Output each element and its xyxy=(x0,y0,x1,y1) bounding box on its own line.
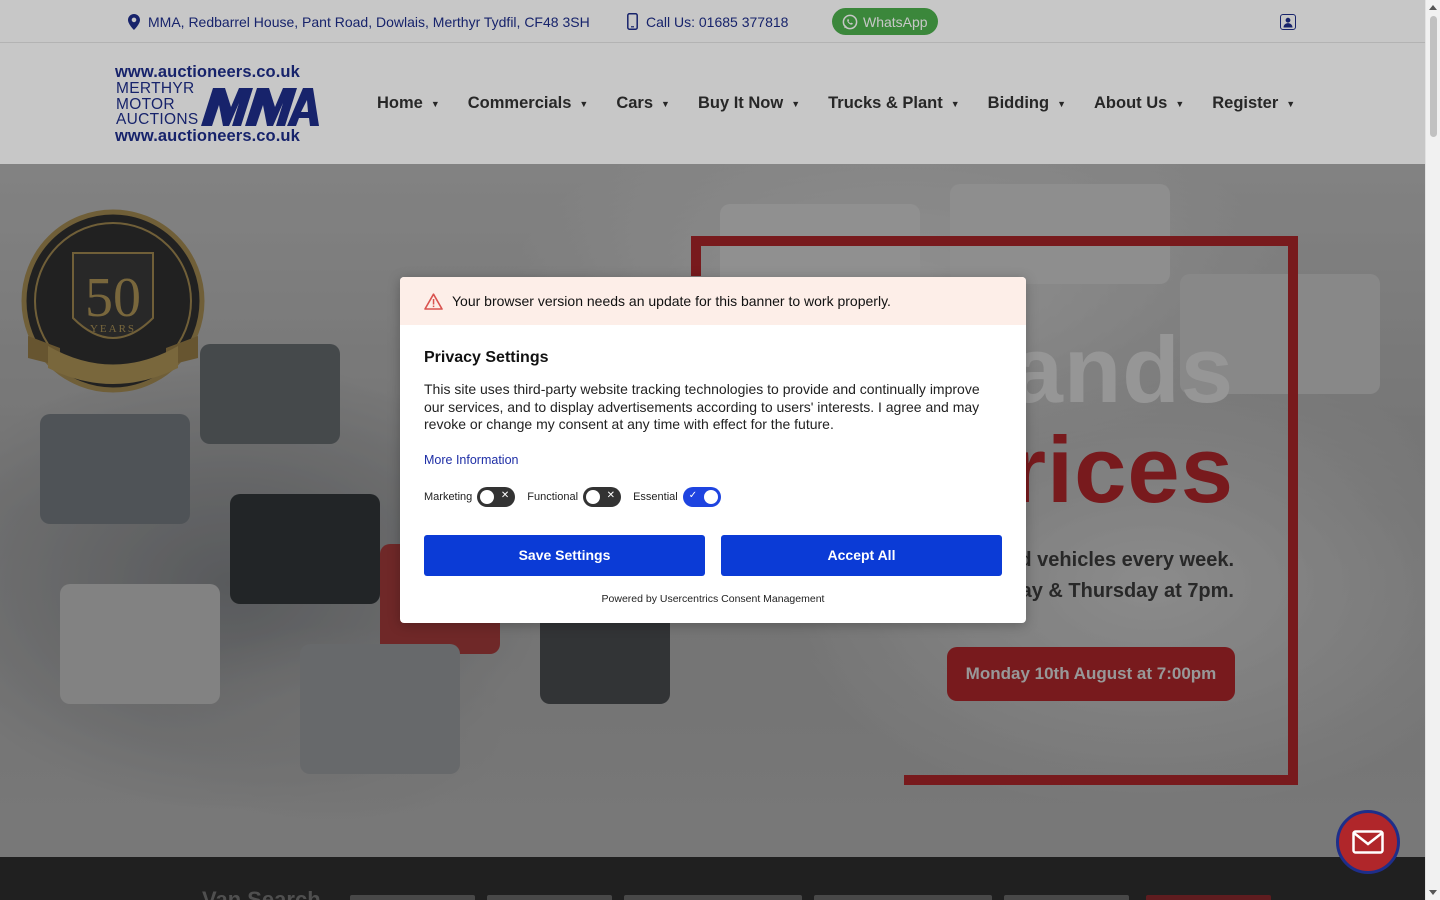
dialog-description: This site uses third-party website track… xyxy=(424,381,980,432)
essential-switch[interactable]: ✓ xyxy=(682,486,721,507)
check-icon: ✓ xyxy=(688,489,698,501)
toggle-essential: Essential ✓ xyxy=(633,486,721,507)
scroll-thumb[interactable] xyxy=(1430,16,1437,137)
dialog-title: Privacy Settings xyxy=(424,349,549,366)
browser-warning-banner: Your browser version needs an update for… xyxy=(400,277,1026,325)
privacy-settings-dialog: Your browser version needs an update for… xyxy=(400,277,1026,623)
contact-chat-button[interactable] xyxy=(1336,810,1400,874)
powered-by-text: Powered by Usercentrics Consent Manageme… xyxy=(601,592,825,605)
toggle-marketing: Marketing ✕ xyxy=(424,486,516,507)
scroll-up-arrow-icon[interactable] xyxy=(1429,5,1437,10)
scroll-down-arrow-icon[interactable] xyxy=(1429,890,1437,895)
page-scrollbar[interactable] xyxy=(1425,0,1440,900)
save-settings-button[interactable]: Save Settings xyxy=(424,534,705,576)
accept-all-button[interactable]: Accept All xyxy=(721,534,1002,576)
more-information-link[interactable]: More Information xyxy=(424,453,518,467)
mail-icon xyxy=(1352,830,1384,854)
warning-text: Your browser version needs an update for… xyxy=(452,293,891,309)
marketing-switch[interactable]: ✕ xyxy=(477,486,516,507)
close-icon: ✕ xyxy=(606,489,616,501)
functional-switch[interactable]: ✕ xyxy=(583,486,622,507)
warning-triangle-icon xyxy=(424,292,443,310)
close-icon: ✕ xyxy=(500,489,510,501)
toggle-functional: Functional ✕ xyxy=(527,486,622,507)
consent-toggles: Marketing ✕ Functional ✕ Essential ✓ xyxy=(424,486,1002,507)
